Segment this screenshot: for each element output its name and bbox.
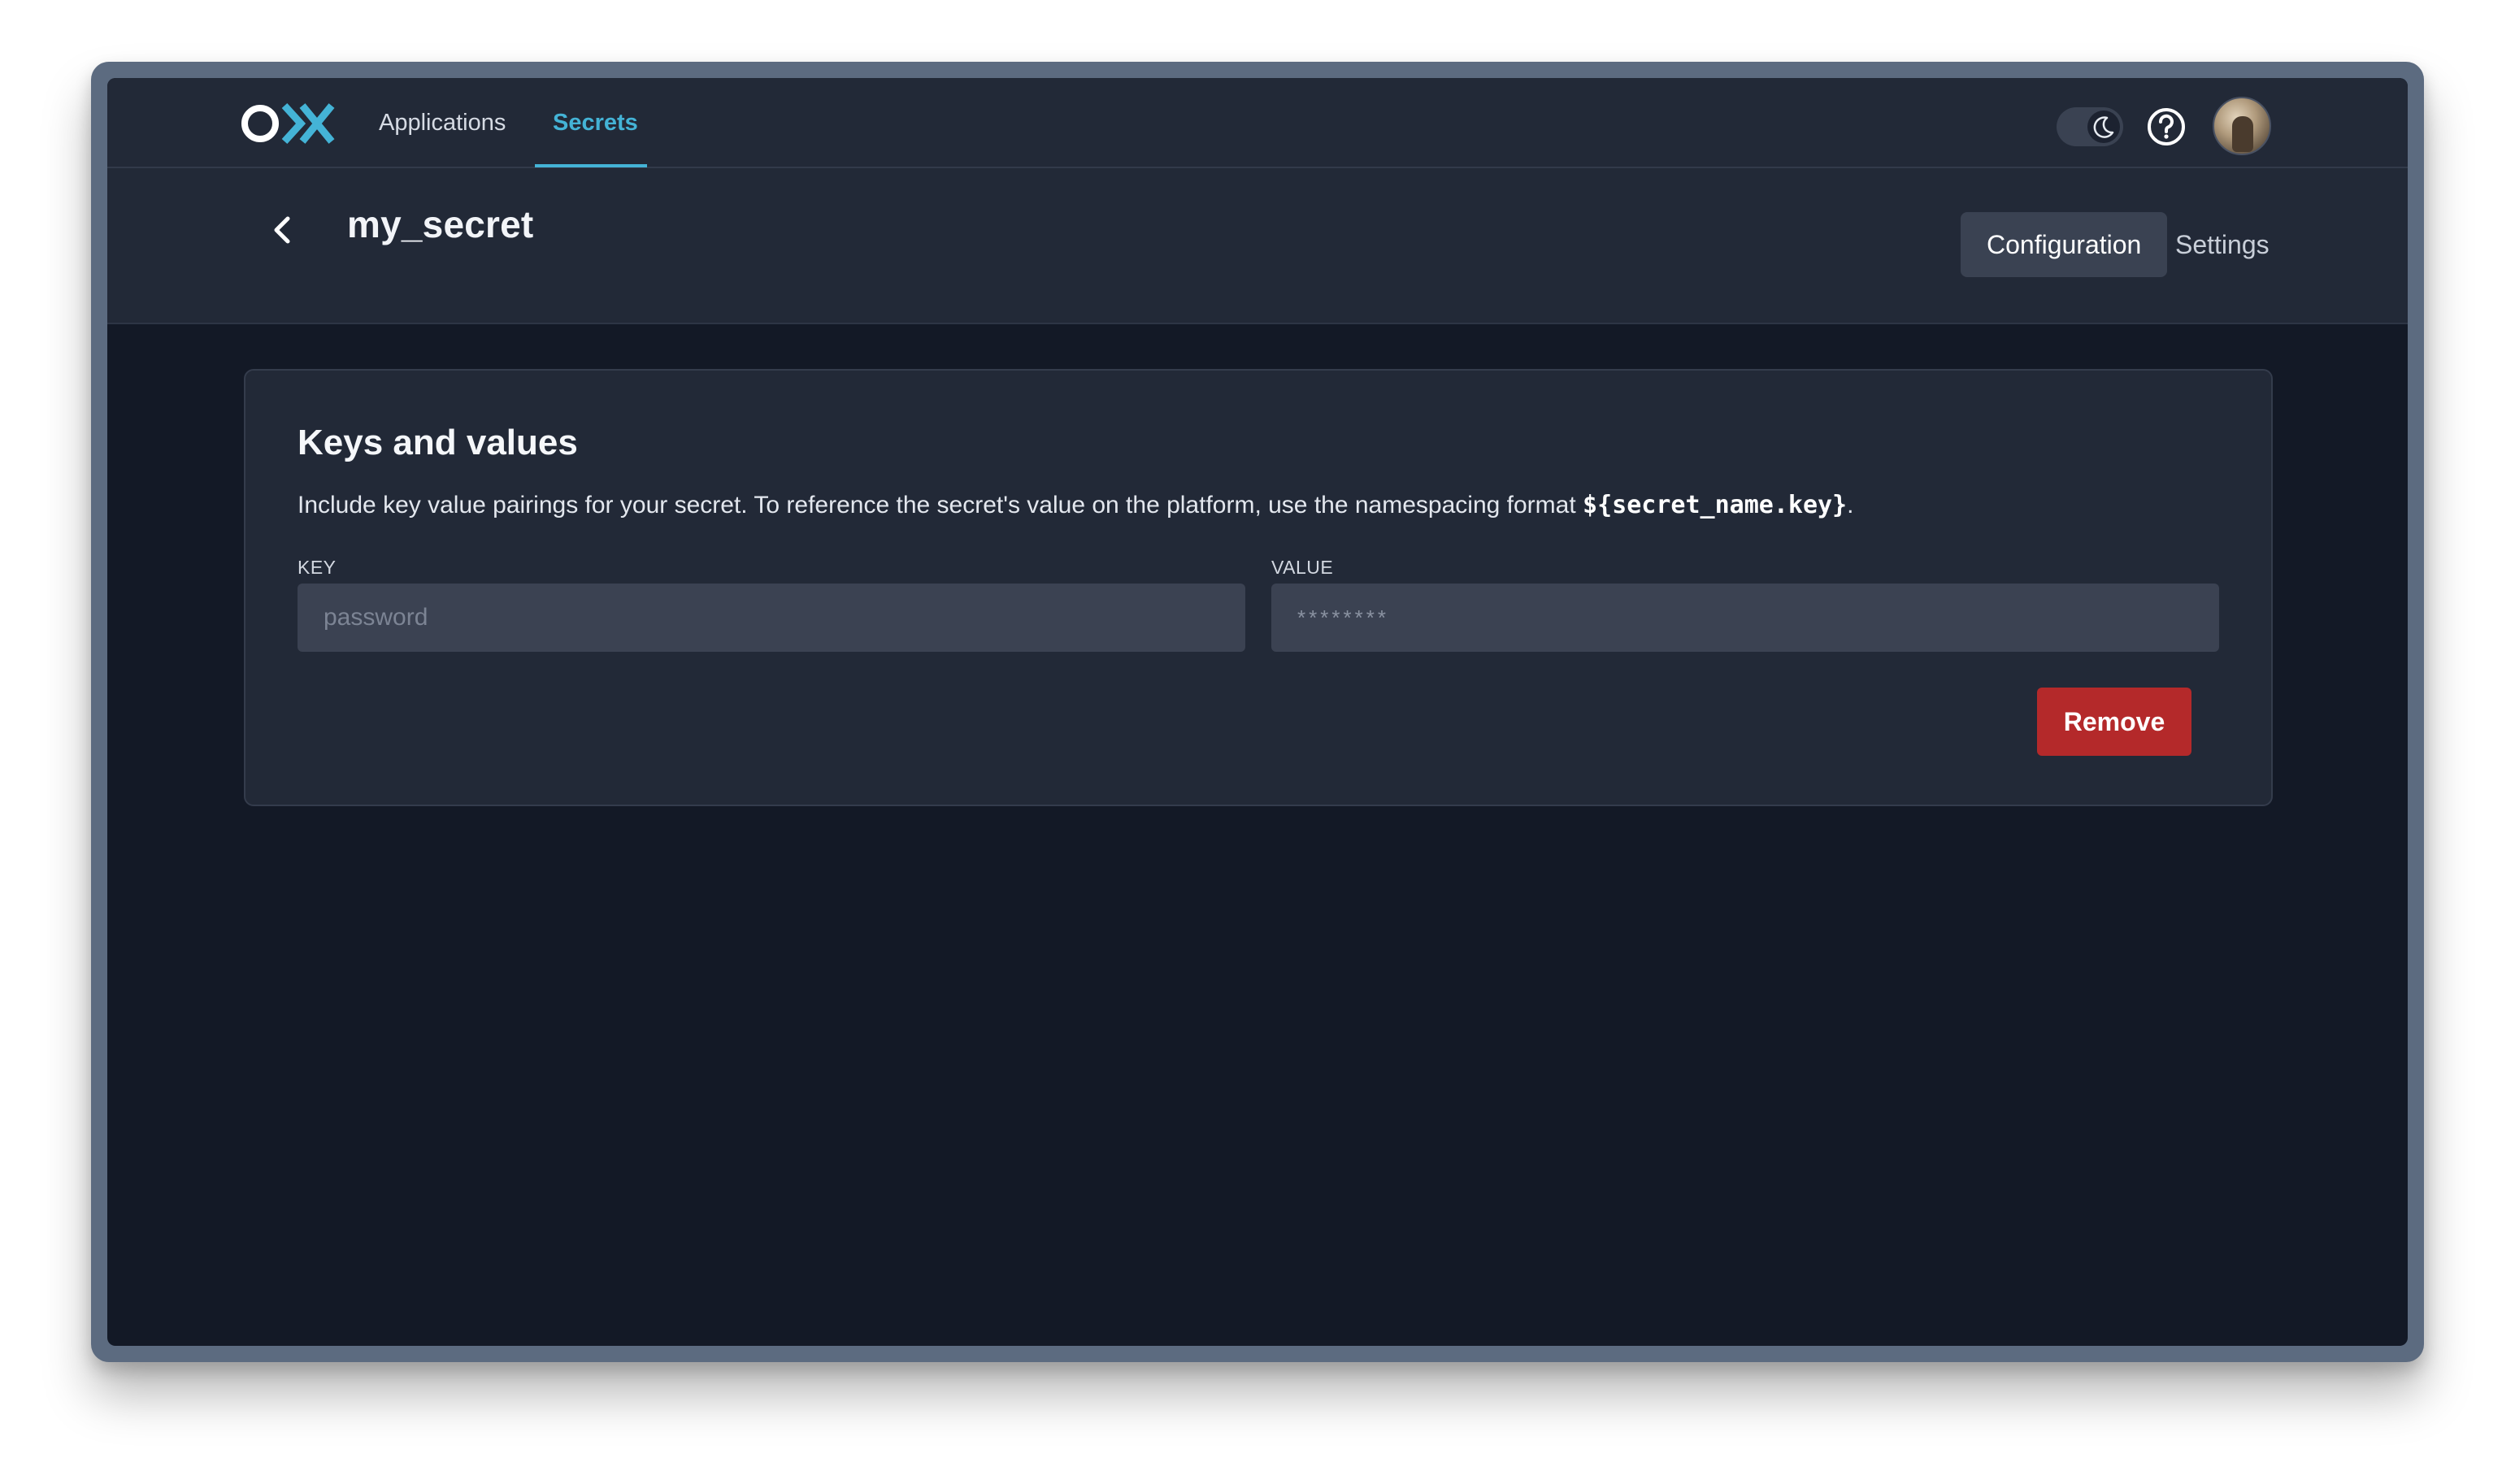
key-input[interactable]: password <box>298 584 1245 652</box>
key-label: KEY <box>298 557 337 578</box>
window-frame: Applications Secrets my_secret Configura… <box>91 62 2424 1362</box>
user-avatar[interactable] <box>2213 97 2271 155</box>
moon-icon <box>2093 116 2114 138</box>
card-description: Include key value pairings for your secr… <box>298 491 1853 519</box>
nav-link-secrets[interactable]: Secrets <box>553 78 638 168</box>
theme-toggle[interactable] <box>2057 107 2123 146</box>
value-input[interactable]: ******** <box>1271 584 2219 652</box>
page-header: my_secret Configuration Settings <box>107 168 2408 324</box>
description-text: Include key value pairings for your secr… <box>298 492 1583 519</box>
page-title: my_secret <box>347 203 534 245</box>
tab-settings[interactable]: Settings <box>2149 212 2296 277</box>
question-circle-icon[interactable] <box>2146 106 2187 147</box>
value-label: VALUE <box>1271 557 1334 578</box>
tab-configuration[interactable]: Configuration <box>1961 212 2168 277</box>
nav-link-applications[interactable]: Applications <box>379 78 506 168</box>
card-title: Keys and values <box>298 423 578 462</box>
top-navigation: Applications Secrets <box>107 78 2408 168</box>
keys-values-card: Keys and values Include key value pairin… <box>244 369 2273 806</box>
namespacing-format-code: ${secret_name.key} <box>1583 491 1848 519</box>
active-nav-indicator <box>535 164 647 167</box>
remove-button[interactable]: Remove <box>2037 688 2191 756</box>
avatar-figure <box>2232 116 2253 152</box>
chevron-left-icon[interactable] <box>267 214 299 246</box>
description-end: . <box>1847 492 1854 519</box>
app-screen: Applications Secrets my_secret Configura… <box>107 78 2408 1346</box>
toggle-knob <box>2087 111 2120 143</box>
ox-logo[interactable] <box>241 102 337 145</box>
